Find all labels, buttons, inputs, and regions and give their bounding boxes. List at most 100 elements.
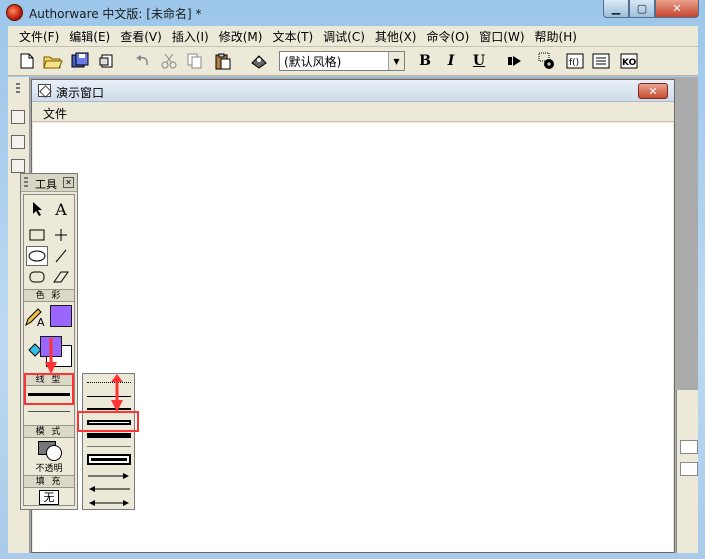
watermark-logo: Bai — [540, 496, 580, 521]
paw-print-icon — [584, 494, 609, 517]
save-all-icon — [71, 52, 89, 68]
diagonal-line-icon — [55, 249, 67, 263]
menu-debug[interactable]: 调试(C) — [318, 28, 370, 45]
new-file-button[interactable] — [16, 51, 38, 71]
menu-help[interactable]: 帮助(H) — [530, 28, 582, 45]
save-all-button[interactable] — [70, 51, 92, 71]
menu-edit[interactable]: 编辑(E) — [64, 28, 115, 45]
menu-text[interactable]: 文本(T) — [267, 28, 318, 45]
menu-view[interactable]: 查看(V) — [115, 28, 167, 45]
menu-command[interactable]: 命令(O) — [421, 28, 474, 45]
bold-button[interactable]: B — [414, 51, 436, 71]
arrow-right-icon — [88, 473, 129, 479]
display-icon-button[interactable] — [11, 110, 25, 124]
rounded-rectangle-tool[interactable] — [26, 267, 48, 287]
knowledge-object-button[interactable]: KO — [618, 51, 640, 71]
pointer-tool[interactable] — [26, 199, 48, 219]
grip-handle[interactable] — [16, 83, 20, 95]
rectangle-tool[interactable] — [26, 225, 48, 245]
control-panel-button[interactable] — [536, 51, 558, 71]
line-option-thickest[interactable] — [87, 433, 131, 438]
svg-text:KO: KO — [622, 58, 637, 68]
ellipse-tool[interactable] — [26, 246, 48, 266]
presentation-window-icon — [38, 84, 51, 97]
line-option-arrow-both[interactable] — [87, 496, 131, 506]
arrow-pointer-icon — [33, 202, 42, 216]
line-option-dotted[interactable] — [87, 382, 131, 383]
highlight-line-option — [77, 411, 139, 432]
copy-icon — [187, 53, 202, 69]
knowledge-object-icon: KO — [620, 53, 638, 69]
open-folder-icon — [43, 56, 63, 69]
text-tool[interactable]: A — [50, 199, 72, 219]
watermark-suffix: 经验 — [612, 505, 648, 525]
close-button[interactable]: ✕ — [655, 0, 699, 18]
window-controls: ▁ ▢ ✕ — [603, 0, 699, 20]
line-option-thin[interactable] — [87, 396, 131, 397]
ellipse-icon — [28, 250, 46, 262]
tools-header[interactable]: 工具 ✕ — [21, 174, 77, 192]
erase-icon-button[interactable] — [11, 159, 25, 173]
paste-icon — [215, 53, 231, 69]
arrow-left-icon — [89, 486, 130, 492]
function-button[interactable]: f() — [564, 51, 586, 71]
presentation-title-bar[interactable]: 演示窗口 ✕ — [32, 80, 674, 102]
import-button[interactable] — [96, 51, 118, 71]
function-icon: f() — [566, 53, 584, 69]
menu-other[interactable]: 其他(X) — [370, 28, 422, 45]
style-select-value: (默认风格) — [284, 55, 342, 69]
menu-modify[interactable]: 修改(M) — [214, 28, 268, 45]
main-toolbar: (默认风格) ▼ B I U f() KO — [8, 47, 698, 76]
menu-file[interactable]: 文件(F) — [14, 28, 64, 45]
watermark-url: jingyan.baidu.com — [578, 523, 671, 534]
copy-button[interactable] — [184, 51, 206, 71]
mode-section-label: 模 式 — [24, 425, 74, 438]
paste-button[interactable] — [212, 51, 234, 71]
control-panel-icon — [538, 52, 554, 69]
svg-text:A: A — [37, 316, 45, 327]
title-bar: Authorware 中文版: [未命名] * ▁ ▢ ✕ — [0, 0, 705, 26]
find-button[interactable] — [248, 51, 270, 71]
mode-value: 不透明 — [35, 464, 63, 474]
minimize-button[interactable]: ▁ — [603, 0, 629, 18]
menu-window[interactable]: 窗口(W) — [474, 28, 529, 45]
window-title: Authorware 中文版: [未命名] * — [29, 7, 202, 21]
italic-button[interactable]: I — [440, 51, 462, 71]
rounded-rectangle-icon — [29, 271, 45, 283]
property-combo[interactable] — [680, 440, 698, 454]
import-icon — [99, 54, 113, 68]
line-option-arrow-start[interactable] — [87, 482, 131, 492]
diagonal-line-tool[interactable] — [50, 246, 72, 266]
foreground-color-swatch[interactable] — [50, 305, 72, 327]
rectangle-icon — [29, 229, 45, 241]
line-option-arrow-end[interactable] — [87, 469, 131, 479]
polygon-icon — [53, 271, 69, 283]
grip-handle[interactable] — [24, 177, 28, 189]
undo-button[interactable] — [132, 51, 154, 71]
underline-button[interactable]: U — [468, 51, 490, 71]
close-icon[interactable]: ✕ — [63, 177, 74, 188]
cut-button[interactable] — [158, 51, 180, 71]
restart-button[interactable] — [504, 51, 526, 71]
line-color-pencil[interactable]: A — [24, 307, 46, 327]
presentation-menu-file[interactable]: 文件 — [43, 105, 67, 122]
undo-icon — [136, 55, 148, 66]
open-button[interactable] — [42, 51, 64, 71]
variable-icon — [592, 53, 610, 69]
line-option-no-arrow[interactable] — [87, 454, 131, 465]
app-window: Authorware 中文版: [未命名] * ▁ ▢ ✕ 文件(F) 编辑(E… — [0, 0, 705, 559]
polygon-tool[interactable] — [50, 267, 72, 287]
menu-bar: 文件(F) 编辑(E) 查看(V) 插入(I) 修改(M) 文本(T) 调试(C… — [8, 26, 698, 47]
motion-icon-button[interactable] — [11, 135, 25, 149]
orthogonal-line-tool[interactable] — [50, 225, 72, 245]
menu-insert[interactable]: 插入(I) — [167, 28, 214, 45]
style-select[interactable]: (默认风格) ▼ — [279, 51, 405, 71]
presentation-close-button[interactable]: ✕ — [638, 83, 668, 99]
maximize-button[interactable]: ▢ — [629, 0, 655, 18]
fill-section-label: 填 充 — [24, 475, 74, 488]
color-section-label: 色 彩 — [24, 289, 74, 302]
line-option-medium[interactable] — [87, 408, 131, 410]
variable-button[interactable] — [590, 51, 612, 71]
fill-value-button[interactable]: 无 — [39, 490, 59, 505]
property-combo[interactable] — [680, 462, 698, 476]
